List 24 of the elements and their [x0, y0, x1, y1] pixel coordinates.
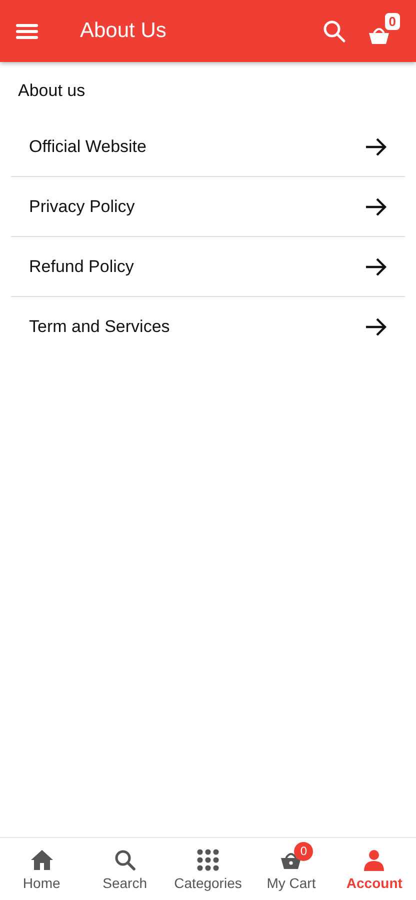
search-icon — [114, 848, 136, 870]
nav-tab[interactable]: Account — [332, 838, 416, 900]
nav-tab[interactable]: 0 My Cart — [250, 838, 333, 900]
arrow-icon — [365, 316, 387, 336]
page-title: About Us — [80, 19, 168, 43]
home-icon — [30, 848, 54, 870]
arrow-icon — [365, 256, 387, 276]
link-row[interactable]: Privacy Policy — [11, 177, 405, 237]
link-row[interactable]: Official Website — [11, 117, 405, 177]
cart-count-badge: 0 — [384, 13, 400, 30]
grid-icon — [197, 848, 219, 870]
cart-count-badge: 0 — [294, 842, 314, 860]
arrow-icon — [365, 136, 387, 156]
nav-tab[interactable]: Home — [0, 838, 84, 900]
link-row[interactable]: Refund Policy — [11, 237, 405, 297]
section-title: About us — [17, 80, 86, 101]
menu-icon[interactable] — [16, 22, 38, 40]
arrow-icon — [365, 196, 387, 216]
link-row[interactable]: Term and Services — [11, 297, 405, 356]
nav-tab[interactable]: Search — [83, 838, 166, 900]
search-icon[interactable] — [322, 19, 346, 43]
basket-icon[interactable] — [368, 25, 390, 45]
nav-tab[interactable]: Categories — [166, 838, 250, 900]
person-icon — [363, 848, 386, 870]
